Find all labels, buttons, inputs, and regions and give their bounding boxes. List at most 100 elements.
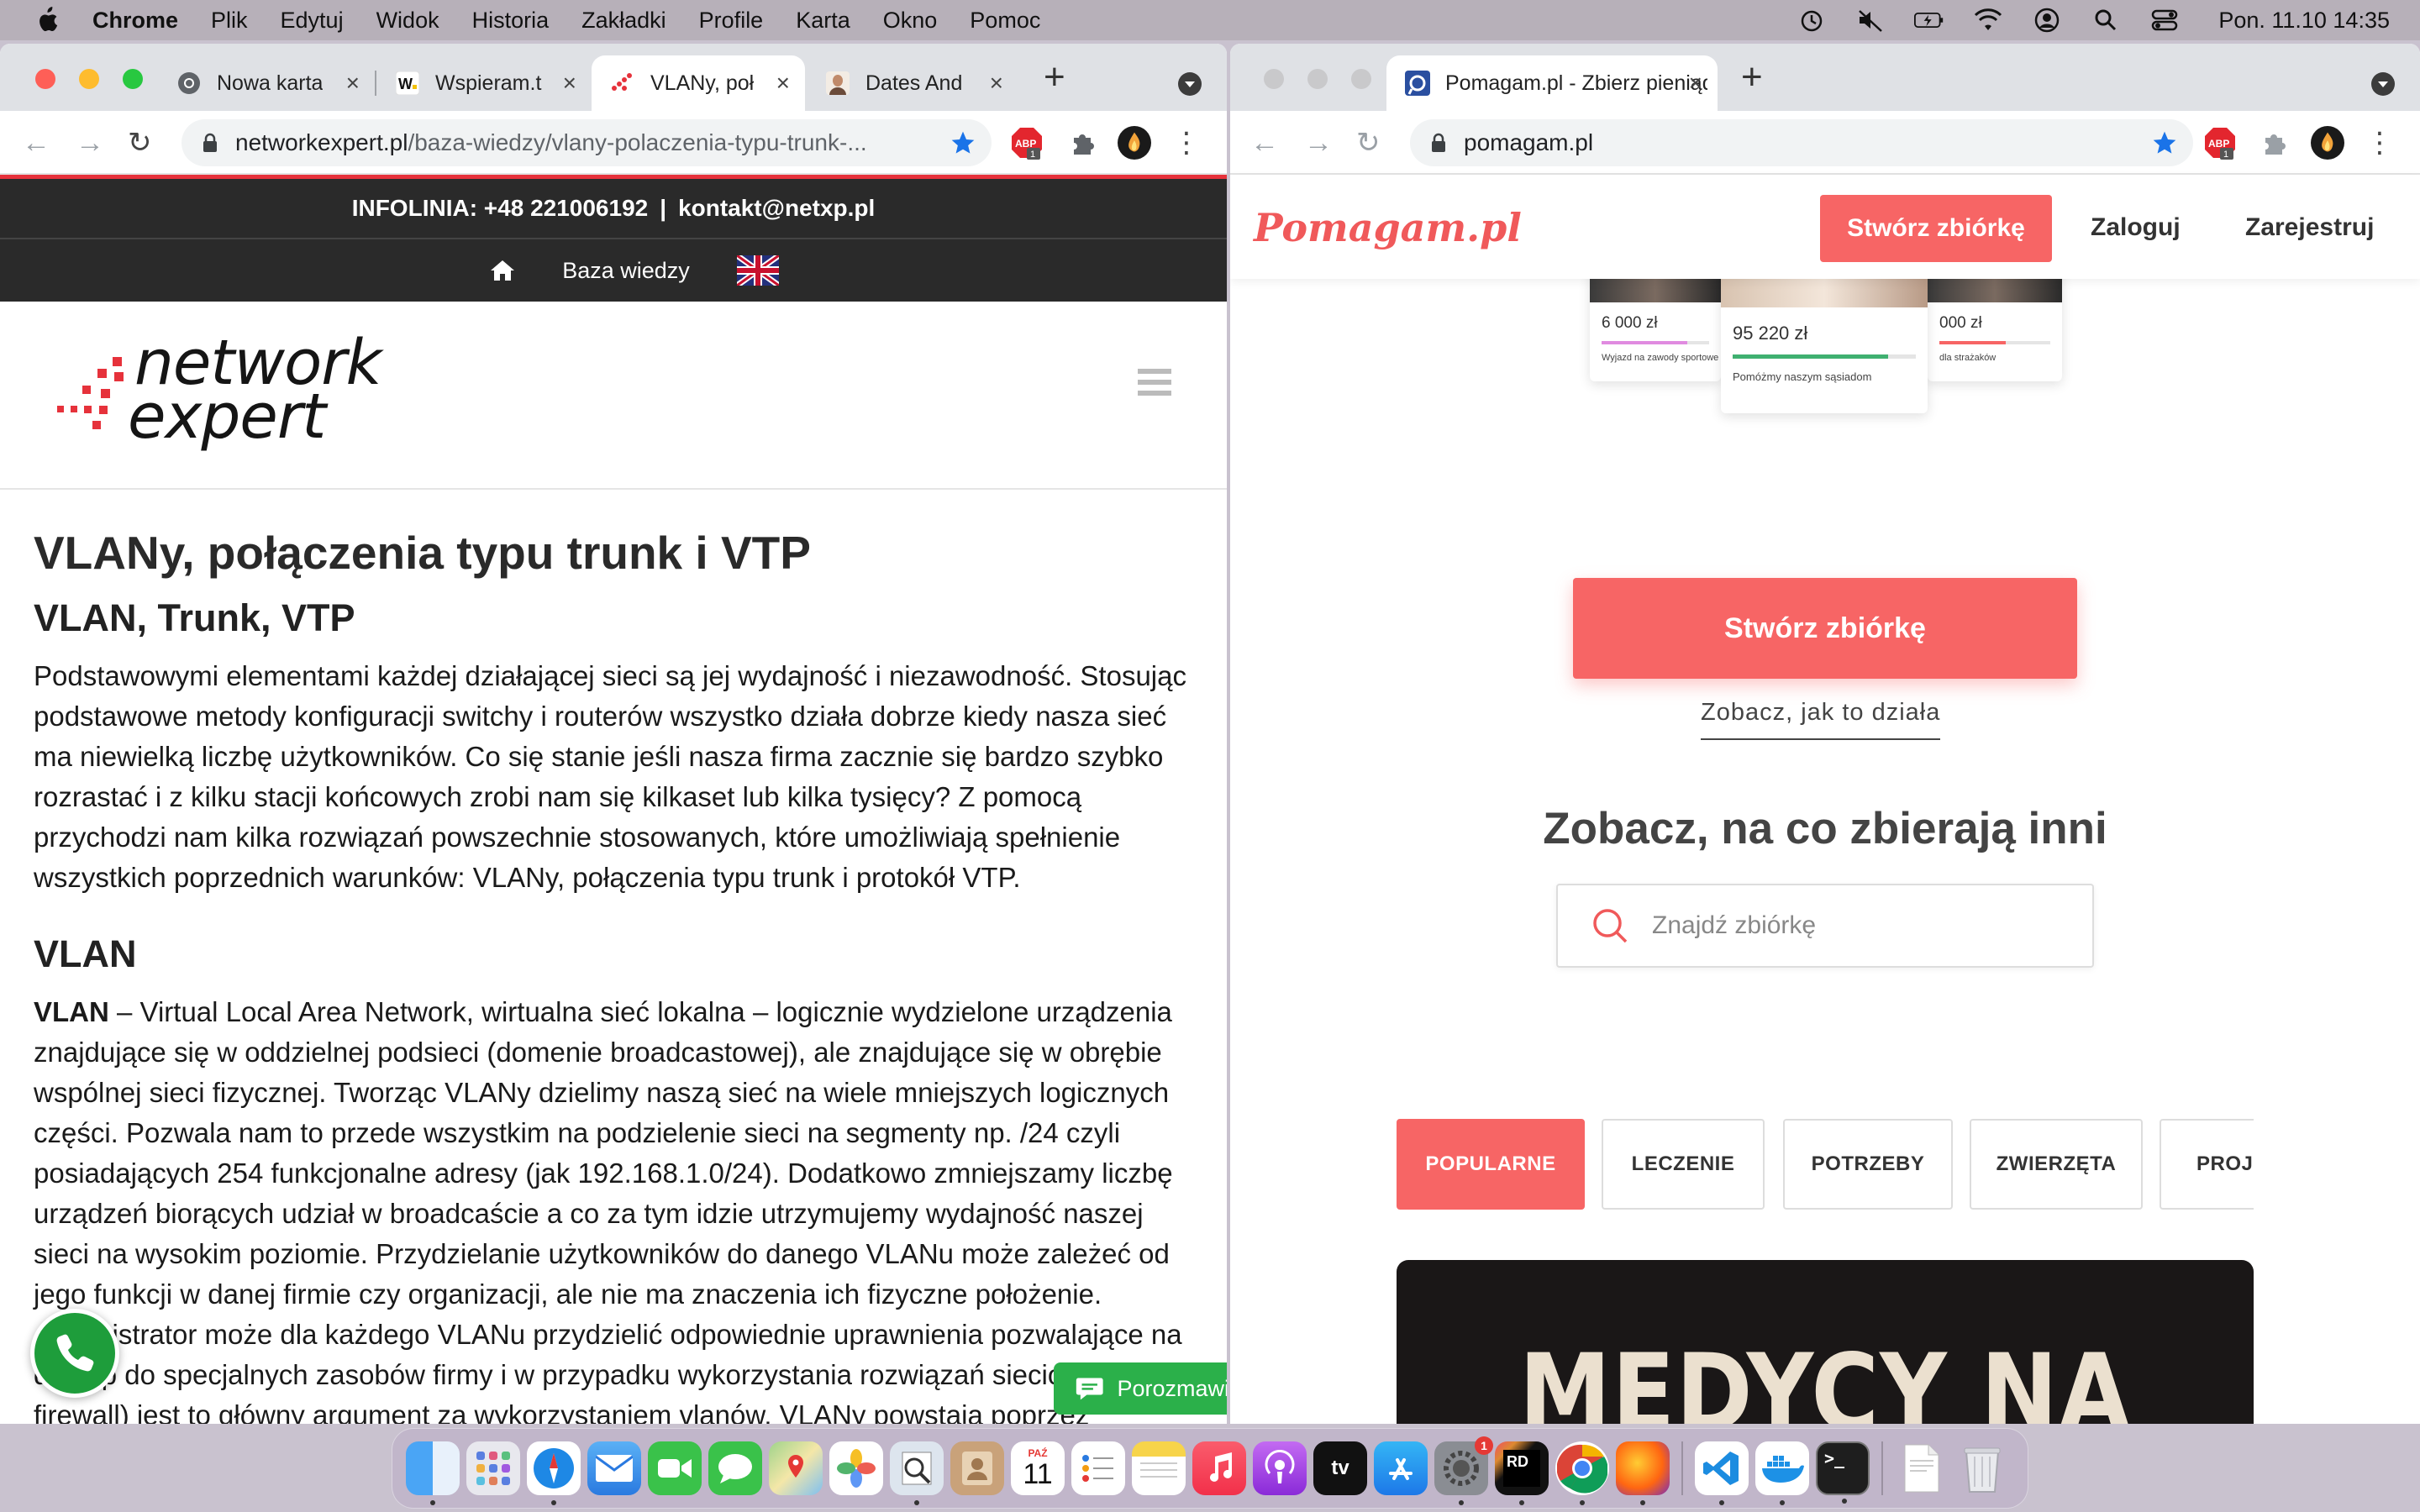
tab-search-icon[interactable]	[1178, 72, 1202, 96]
close-window-button[interactable]	[35, 69, 55, 89]
podcasts-icon[interactable]	[1253, 1441, 1307, 1495]
zoom-window-button[interactable]	[123, 69, 143, 89]
address-bar[interactable]: networkexpert.pl/baza-wiedzy/vlany-polac…	[182, 119, 992, 166]
extensions-puzzle-icon[interactable]	[2257, 126, 2291, 160]
reload-icon[interactable]: ↻	[128, 126, 152, 160]
finder-icon[interactable]	[406, 1441, 460, 1505]
pdf-document-icon[interactable]	[1895, 1441, 1949, 1495]
close-tab-icon[interactable]: ×	[776, 70, 790, 97]
apple-icon[interactable]	[34, 6, 59, 34]
docker-icon[interactable]	[1755, 1441, 1809, 1505]
menu-clock[interactable]: Pon. 11.10 14:35	[2218, 8, 2390, 34]
menu-zakladki[interactable]: Zakładki	[581, 8, 666, 34]
menu-widok[interactable]: Widok	[376, 8, 439, 34]
tab-pomagam-active[interactable]: Pomagam.pl - Zbierz pieniądze ×	[1386, 55, 1718, 111]
category-projekty[interactable]: PROJEKTY	[2160, 1119, 2254, 1210]
mail-icon[interactable]	[587, 1441, 641, 1495]
call-button[interactable]	[30, 1309, 119, 1398]
tab-search-icon[interactable]	[2371, 72, 2395, 96]
close-tab-icon[interactable]: ×	[563, 70, 576, 97]
control-center-icon[interactable]	[2149, 8, 2180, 33]
minimize-window-button[interactable]	[1307, 69, 1328, 89]
menu-pomoc[interactable]: Pomoc	[970, 8, 1040, 34]
fundraiser-search-input[interactable]: Znajdź zbiórkę	[1556, 884, 2094, 968]
back-icon[interactable]: ←	[22, 126, 50, 160]
tab-dates-and[interactable]: Dates And ×	[807, 55, 1018, 111]
preview-icon[interactable]	[890, 1441, 944, 1505]
hamburger-menu-icon[interactable]	[1138, 369, 1171, 402]
category-zwierzeta[interactable]: ZWIERZĘTA	[1970, 1119, 2143, 1210]
system-preferences-icon[interactable]: 1	[1434, 1436, 1493, 1505]
hotline-phone[interactable]: INFOLINIA: +48 221006192	[352, 195, 649, 222]
browser-menu-icon[interactable]: ⋮	[2363, 126, 2396, 160]
menu-app-name[interactable]: Chrome	[92, 8, 178, 34]
login-link[interactable]: Zaloguj	[2091, 213, 2181, 242]
create-fundraiser-main-button[interactable]: Stwórz zbiórkę	[1573, 578, 2077, 679]
minimize-window-button[interactable]	[79, 69, 99, 89]
menu-edytuj[interactable]: Edytuj	[281, 8, 344, 34]
create-fundraiser-header-button[interactable]: Stwórz zbiórkę	[1820, 195, 2052, 262]
home-icon[interactable]	[490, 259, 515, 282]
close-tab-icon[interactable]: ×	[346, 70, 360, 97]
category-potrzeby[interactable]: POTRZEBY	[1783, 1119, 1953, 1210]
calendar-icon[interactable]: PAŹ 11	[1011, 1441, 1065, 1495]
battery-icon[interactable]	[1914, 8, 1944, 33]
category-leczenie[interactable]: LECZENIE	[1602, 1119, 1765, 1210]
firefox-icon[interactable]	[1616, 1441, 1670, 1505]
menu-profile[interactable]: Profile	[699, 8, 764, 34]
chrome-icon[interactable]	[1555, 1441, 1609, 1505]
tab-vlany-active[interactable]: VLANy, poł ×	[592, 55, 805, 111]
new-tab-button[interactable]: +	[1044, 59, 1065, 96]
register-link[interactable]: Zarejestruj	[2245, 213, 2374, 242]
nav-knowledge-base[interactable]: Baza wiedzy	[562, 258, 690, 284]
profile-avatar[interactable]	[2311, 126, 2344, 160]
app-store-icon[interactable]	[1374, 1441, 1428, 1495]
user-account-icon[interactable]	[2032, 8, 2062, 33]
extensions-puzzle-icon[interactable]	[1065, 126, 1099, 160]
menu-plik[interactable]: Plik	[211, 8, 248, 34]
contacts-icon[interactable]	[950, 1441, 1004, 1495]
spotlight-search-icon[interactable]	[2091, 8, 2121, 33]
menu-historia[interactable]: Historia	[472, 8, 550, 34]
notes-icon[interactable]	[1132, 1441, 1186, 1495]
reminders-icon[interactable]	[1071, 1441, 1125, 1495]
messages-icon[interactable]	[708, 1441, 762, 1495]
terminal-icon[interactable]: >_	[1816, 1441, 1870, 1504]
wifi-icon[interactable]	[1973, 8, 2003, 33]
how-it-works-link[interactable]: Zobacz, jak to działa	[1701, 699, 1941, 740]
address-bar[interactable]: pomagam.pl	[1410, 119, 2193, 166]
new-tab-button[interactable]: +	[1741, 59, 1763, 96]
networkexpert-logo[interactable]: network expert	[47, 327, 417, 461]
forward-icon[interactable]: →	[76, 126, 104, 160]
profile-avatar[interactable]	[1118, 126, 1151, 160]
vscode-icon[interactable]	[1695, 1441, 1749, 1505]
chat-widget-button[interactable]: Porozmawiaj	[1054, 1362, 1227, 1415]
tab-nowa-karta[interactable]: Nowa karta ×	[158, 55, 376, 111]
pomagam-logo[interactable]: Pomagam.pl	[1254, 205, 1522, 250]
bookmark-star-icon[interactable]	[2151, 129, 2178, 156]
adblock-icon[interactable]: ABP 1	[2203, 126, 2237, 160]
hotline-email[interactable]: kontakt@netxp.pl	[678, 195, 875, 222]
bookmark-star-icon[interactable]	[950, 129, 976, 156]
back-icon[interactable]: ←	[1250, 126, 1279, 160]
safari-icon[interactable]	[527, 1441, 581, 1505]
zoom-window-button[interactable]	[1351, 69, 1371, 89]
category-popularne[interactable]: POPULARNE	[1397, 1119, 1585, 1210]
close-tab-icon[interactable]: ×	[990, 70, 1003, 97]
close-window-button[interactable]	[1264, 69, 1284, 89]
photos-icon[interactable]	[829, 1441, 883, 1495]
uk-flag-icon[interactable]	[736, 255, 779, 286]
time-machine-icon[interactable]	[1797, 8, 1827, 33]
forward-icon[interactable]: →	[1304, 126, 1333, 160]
mute-icon[interactable]	[1855, 8, 1886, 33]
adblock-icon[interactable]: ABP 1	[1010, 126, 1044, 160]
reload-icon[interactable]: ↻	[1356, 126, 1381, 160]
fundraiser-card-featured[interactable]: 95 220 zł Pomóżmy naszym sąsiadom	[1721, 259, 1928, 413]
featured-fundraiser-banner[interactable]: MEDYCY NA GRANICY	[1397, 1260, 2254, 1424]
rider-icon[interactable]: RD	[1495, 1441, 1549, 1505]
menu-okno[interactable]: Okno	[883, 8, 938, 34]
launchpad-icon[interactable]	[466, 1441, 520, 1495]
trash-icon[interactable]	[1955, 1441, 2009, 1495]
close-tab-icon[interactable]: ×	[1689, 70, 1702, 97]
music-icon[interactable]	[1192, 1441, 1246, 1495]
